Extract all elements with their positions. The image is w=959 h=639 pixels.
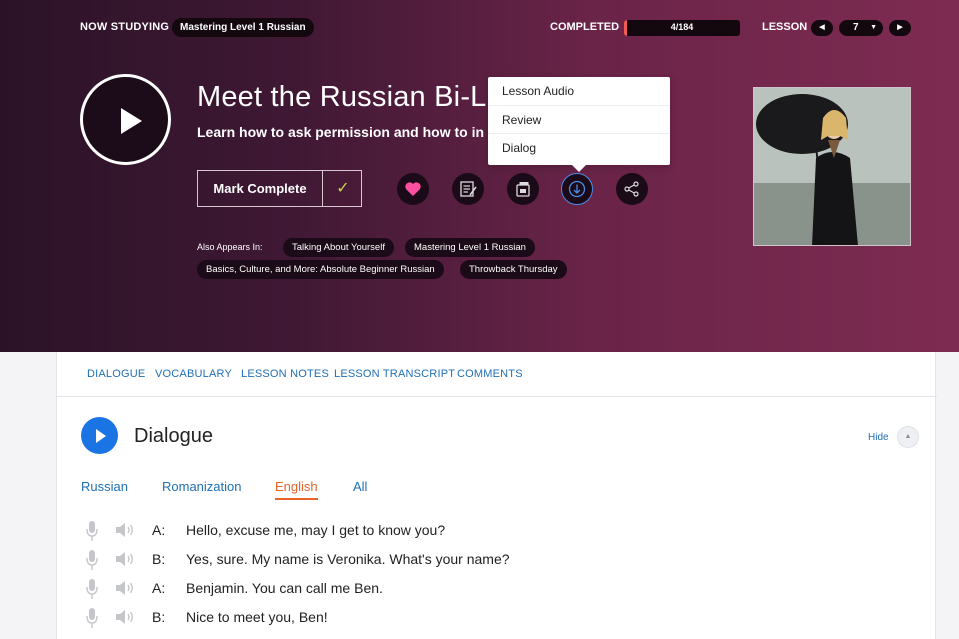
flashcard-icon bbox=[516, 182, 530, 197]
microphone-icon[interactable] bbox=[85, 578, 99, 600]
download-menu-item[interactable]: Review bbox=[488, 106, 670, 134]
lesson-photo bbox=[754, 88, 910, 245]
prev-lesson-button[interactable]: ◀ bbox=[811, 20, 833, 36]
appears-in-label: Also Appears In: bbox=[197, 242, 263, 252]
now-studying-label: NOW STUDYING bbox=[80, 21, 170, 33]
favorite-button[interactable] bbox=[397, 173, 429, 205]
heart-icon bbox=[405, 182, 421, 196]
dialogue-text: Hello, excuse me, may I get to know you? bbox=[186, 522, 446, 538]
series-tag[interactable]: Basics, Culture, and More: Absolute Begi… bbox=[197, 260, 444, 279]
speaker-icon[interactable] bbox=[115, 551, 135, 567]
dialogue-line: A: Benjamin. You can call me Ben. bbox=[81, 578, 881, 600]
series-tag[interactable]: Mastering Level 1 Russian bbox=[405, 238, 535, 257]
tab-vocabulary[interactable]: VOCABULARY bbox=[155, 368, 232, 380]
dialogue-line: B: Yes, sure. My name is Veronika. What'… bbox=[81, 549, 881, 571]
mark-complete-label: Mark Complete bbox=[198, 171, 323, 206]
microphone-icon[interactable] bbox=[85, 520, 99, 542]
progress-bar: 4/184 bbox=[624, 20, 740, 36]
current-course-pill[interactable]: Mastering Level 1 Russian bbox=[172, 18, 314, 37]
lesson-thumbnail bbox=[753, 87, 911, 246]
hide-link[interactable]: Hide bbox=[868, 432, 889, 443]
download-menu-item[interactable]: Dialog bbox=[488, 134, 670, 163]
dialogue-play-button[interactable] bbox=[81, 417, 118, 454]
tab-lesson-transcript[interactable]: LESSON TRANSCRIPT bbox=[334, 368, 455, 380]
speaker-label: B: bbox=[152, 551, 166, 567]
speaker-label: A: bbox=[152, 580, 166, 596]
notes-button[interactable] bbox=[452, 173, 484, 205]
play-icon bbox=[96, 429, 106, 443]
play-icon bbox=[121, 108, 142, 134]
tab-comments[interactable]: COMMENTS bbox=[457, 368, 523, 380]
language-tab-english[interactable]: English bbox=[275, 479, 318, 500]
lesson-number-select[interactable]: 7 ▼ bbox=[839, 20, 883, 36]
download-button[interactable] bbox=[561, 173, 593, 205]
dialogue-line: A: Hello, excuse me, may I get to know y… bbox=[81, 520, 881, 542]
series-tag[interactable]: Talking About Yourself bbox=[283, 238, 394, 257]
dialogue-text: Yes, sure. My name is Veronika. What's y… bbox=[186, 551, 510, 567]
tab-lesson-notes[interactable]: LESSON NOTES bbox=[241, 368, 329, 380]
mark-complete-button[interactable]: Mark Complete ✓ bbox=[197, 170, 362, 207]
download-icon bbox=[568, 180, 585, 197]
tab-dialogue[interactable]: DIALOGUE bbox=[87, 368, 145, 380]
lesson-header: NOW STUDYING Mastering Level 1 Russian C… bbox=[0, 0, 959, 352]
language-tab-russian[interactable]: Russian bbox=[81, 479, 128, 494]
language-tab-romanization[interactable]: Romanization bbox=[162, 479, 242, 494]
progress-text: 4/184 bbox=[670, 22, 694, 32]
share-icon bbox=[624, 181, 639, 197]
top-bar: NOW STUDYING Mastering Level 1 Russian C… bbox=[0, 18, 959, 38]
microphone-icon[interactable] bbox=[85, 549, 99, 571]
lesson-title: Meet the Russian Bi-Li bbox=[197, 81, 489, 113]
lesson-content: DIALOGUE VOCABULARY LESSON NOTES LESSON … bbox=[56, 352, 937, 639]
next-lesson-button[interactable]: ▶ bbox=[889, 20, 911, 36]
chevron-up-icon: ▲ bbox=[904, 433, 912, 440]
speaker-icon[interactable] bbox=[115, 609, 135, 625]
lesson-play-button[interactable] bbox=[80, 74, 171, 165]
speaker-icon[interactable] bbox=[115, 580, 135, 596]
lesson-label: LESSON bbox=[762, 21, 808, 33]
speaker-icon[interactable] bbox=[115, 522, 135, 538]
flashcards-button[interactable] bbox=[507, 173, 539, 205]
series-tag[interactable]: Throwback Thursday bbox=[460, 260, 567, 279]
lesson-title-block: Meet the Russian Bi-Li Learn how to ask … bbox=[197, 80, 489, 150]
dialogue-text: Benjamin. You can call me Ben. bbox=[186, 580, 383, 596]
triangle-left-icon: ◀ bbox=[819, 24, 825, 31]
speaker-label: B: bbox=[152, 609, 166, 625]
collapse-button[interactable]: ▲ bbox=[897, 426, 919, 448]
lesson-subtitle: Learn how to ask permission and how to i… bbox=[197, 124, 485, 140]
notes-icon bbox=[460, 181, 477, 197]
microphone-icon[interactable] bbox=[85, 607, 99, 629]
download-menu-item[interactable]: Lesson Audio bbox=[488, 77, 670, 106]
dialogue-text: Nice to meet you, Ben! bbox=[186, 609, 328, 625]
chevron-down-icon: ▼ bbox=[870, 24, 877, 31]
share-button[interactable] bbox=[616, 173, 648, 205]
lesson-tabs: DIALOGUE VOCABULARY LESSON NOTES LESSON … bbox=[57, 352, 937, 397]
download-menu: Lesson Audio Review Dialog bbox=[488, 77, 670, 172]
completed-label: COMPLETED bbox=[550, 21, 620, 33]
triangle-right-icon: ▶ bbox=[897, 24, 903, 31]
language-tab-all[interactable]: All bbox=[353, 479, 367, 494]
speaker-label: A: bbox=[152, 522, 166, 538]
check-icon: ✓ bbox=[336, 180, 350, 197]
dialogue-title: Dialogue bbox=[134, 425, 213, 447]
dialogue-line: B: Nice to meet you, Ben! bbox=[81, 607, 881, 629]
lesson-number: 7 bbox=[853, 22, 859, 33]
